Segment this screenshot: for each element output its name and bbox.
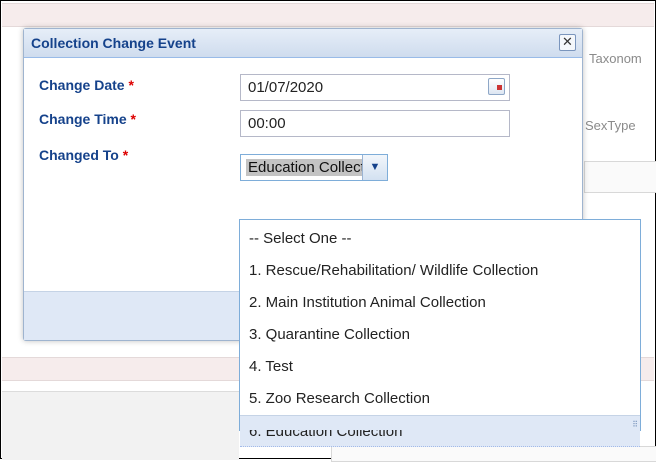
close-icon[interactable]: ✕ bbox=[559, 34, 576, 51]
changed-to-label: Changed To * bbox=[39, 147, 128, 163]
changed-to-label-text: Changed To bbox=[39, 147, 119, 163]
dialog-header: Collection Change Event ✕ bbox=[24, 29, 582, 58]
option-zoo-research[interactable]: 5. Zoo Research Collection bbox=[240, 383, 640, 415]
background-label-taxonomy: Taxonom bbox=[589, 51, 642, 66]
change-time-input[interactable]: 00:00 bbox=[240, 110, 510, 137]
resize-grip-icon[interactable]: ⠿ bbox=[632, 420, 638, 429]
change-time-label: Change Time * bbox=[39, 111, 136, 127]
changed-to-select[interactable]: Education Collection ▼ bbox=[240, 154, 388, 181]
option-rescue-rehabilitation[interactable]: 1. Rescue/Rehabilitation/ Wildlife Colle… bbox=[240, 255, 640, 287]
change-time-label-text: Change Time bbox=[39, 111, 127, 127]
calendar-icon[interactable] bbox=[488, 78, 505, 95]
change-date-label-text: Change Date bbox=[39, 77, 125, 93]
background-label-sextype: SexType bbox=[585, 118, 636, 133]
required-marker: * bbox=[122, 147, 129, 163]
option-quarantine[interactable]: 3. Quarantine Collection bbox=[240, 319, 640, 351]
option-main-institution[interactable]: 2. Main Institution Animal Collection bbox=[240, 287, 640, 319]
background-field bbox=[584, 161, 656, 193]
dialog-title: Collection Change Event bbox=[31, 35, 196, 51]
option-test[interactable]: 4. Test bbox=[240, 351, 640, 383]
change-date-label: Change Date * bbox=[39, 77, 134, 93]
background-panel bbox=[331, 446, 656, 462]
required-marker: * bbox=[130, 111, 136, 127]
change-time-value: 00:00 bbox=[248, 115, 286, 132]
dropdown-footer: ⠿ bbox=[240, 415, 640, 430]
background-panel bbox=[2, 391, 239, 460]
change-date-input[interactable]: 01/07/2020 bbox=[240, 74, 510, 101]
changed-to-options-list: -- Select One -- 1. Rescue/Rehabilitatio… bbox=[239, 219, 641, 447]
chevron-down-icon[interactable]: ▼ bbox=[362, 155, 387, 180]
change-date-value: 01/07/2020 bbox=[248, 79, 324, 96]
required-marker: * bbox=[128, 77, 134, 93]
option-select-one[interactable]: -- Select One -- bbox=[240, 223, 640, 255]
background-row bbox=[2, 3, 654, 27]
